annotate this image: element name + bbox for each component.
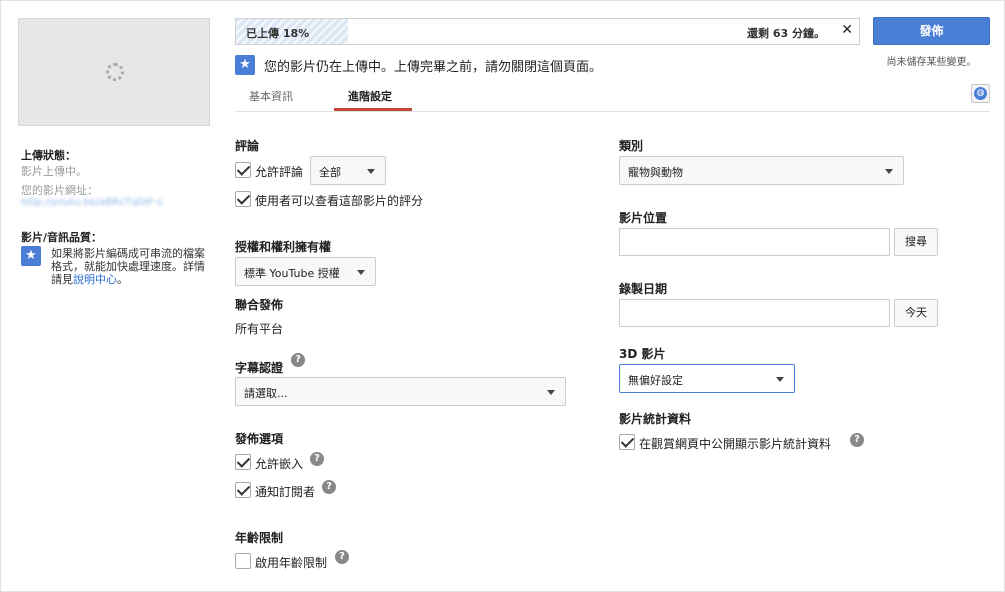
video-url-link[interactable]: http://youtu.be/aBRcTqDIF-s <box>21 197 162 208</box>
time-remaining: 還剩 63 分鐘。 <box>747 27 825 40</box>
today-button[interactable]: 今天 <box>894 299 938 327</box>
chevron-down-icon <box>547 390 555 395</box>
category-value: 寵物與動物 <box>628 166 683 179</box>
view-ratings-label: 使用者可以查看這部影片的評分 <box>255 194 424 208</box>
age-restriction-checkbox[interactable] <box>235 553 251 569</box>
caption-certification-title: 字幕認證 <box>235 361 284 375</box>
syndication-value: 所有平台 <box>235 322 284 336</box>
license-title: 授權和權利擁有權 <box>235 240 332 254</box>
public-stats-label: 在觀賞網頁中公開顯示影片統計資料 <box>639 437 832 451</box>
translate-button[interactable]: ◍ <box>971 84 990 103</box>
quality-note: 如果將影片編碼成可串流的檔案格式，就能加快處理速度。詳情請見說明中心。 <box>51 247 211 286</box>
tabs-divider <box>235 111 990 112</box>
help-icon[interactable]: ? <box>850 433 864 447</box>
age-restriction-title: 年齡限制 <box>235 531 284 545</box>
chevron-down-icon <box>885 169 893 174</box>
comments-filter-select[interactable]: 全部 <box>310 156 386 185</box>
upload-notice: 您的影片仍在上傳中。上傳完畢之前，請勿關閉這個頁面。 <box>264 60 603 75</box>
comments-filter-value: 全部 <box>319 166 341 179</box>
loading-spinner-icon <box>106 63 124 81</box>
3d-video-select[interactable]: 無偏好設定 <box>619 364 795 393</box>
allow-comments-checkbox[interactable] <box>235 162 251 178</box>
public-stats-checkbox[interactable] <box>619 434 635 450</box>
comments-title: 評論 <box>235 139 260 153</box>
video-thumbnail <box>18 18 210 126</box>
help-center-link[interactable]: 說明中心 <box>73 273 117 286</box>
quality-note-end: 。 <box>117 273 128 286</box>
help-icon[interactable]: ? <box>335 550 349 564</box>
star-icon: ★ <box>235 55 255 75</box>
video-statistics-title: 影片統計資料 <box>619 412 692 426</box>
allow-embedding-label: 允許嵌入 <box>255 457 304 471</box>
chevron-down-icon <box>367 169 375 174</box>
category-select[interactable]: 寵物與動物 <box>619 156 904 185</box>
video-url-label: 您的影片網址： <box>21 184 98 197</box>
help-icon[interactable]: ? <box>322 480 336 494</box>
distribution-options-title: 發佈選項 <box>235 432 284 446</box>
age-restriction-label: 啟用年齡限制 <box>255 556 328 570</box>
caption-certification-select[interactable]: 請選取... <box>235 377 566 406</box>
cancel-upload-close-icon[interactable]: ✕ <box>841 22 853 38</box>
recording-date-title: 錄製日期 <box>619 282 668 296</box>
license-value: 標準 YouTube 授權 <box>244 267 340 280</box>
upload-progress-bar: 已上傳 18% 還剩 63 分鐘。 ✕ <box>235 18 860 45</box>
upload-progress-text: 已上傳 18% <box>246 27 310 40</box>
unsaved-changes-text: 尚未儲存某些變更。 <box>886 57 977 68</box>
license-select[interactable]: 標準 YouTube 授權 <box>235 257 376 286</box>
notify-subscribers-checkbox[interactable] <box>235 482 251 498</box>
video-location-title: 影片位置 <box>619 211 668 225</box>
syndication-title: 聯合發佈 <box>235 298 284 312</box>
category-title: 類別 <box>619 139 644 153</box>
notify-subscribers-label: 通知訂閱者 <box>255 485 316 499</box>
help-icon[interactable]: ? <box>291 353 305 367</box>
active-tab-indicator <box>334 108 412 111</box>
help-icon[interactable]: ? <box>310 452 324 466</box>
allow-comments-label: 允許評論 <box>255 165 304 179</box>
3d-video-title: 3D 影片 <box>619 347 666 361</box>
recording-date-input[interactable] <box>619 299 890 327</box>
tab-advanced-settings[interactable]: 進階設定 <box>348 88 392 104</box>
video-location-input[interactable] <box>619 228 890 256</box>
caption-certification-value: 請選取... <box>244 387 288 400</box>
chevron-down-icon <box>357 270 365 275</box>
chevron-down-icon <box>776 377 784 382</box>
globe-icon: ◍ <box>974 87 987 100</box>
3d-video-value: 無偏好設定 <box>628 374 683 387</box>
quality-label: 影片/音訊品質： <box>21 231 103 244</box>
star-icon: ★ <box>21 246 41 266</box>
search-location-button[interactable]: 搜尋 <box>894 228 938 256</box>
upload-status-label: 上傳狀態： <box>21 149 76 162</box>
upload-status-value: 影片上傳中。 <box>21 165 87 178</box>
publish-button[interactable]: 發佈 <box>873 17 990 45</box>
allow-embedding-checkbox[interactable] <box>235 454 251 470</box>
tab-basic-info[interactable]: 基本資訊 <box>249 88 293 104</box>
upload-page: 上傳狀態： 影片上傳中。 您的影片網址： http://youtu.be/aBR… <box>0 0 1005 592</box>
view-ratings-checkbox[interactable] <box>235 191 251 207</box>
